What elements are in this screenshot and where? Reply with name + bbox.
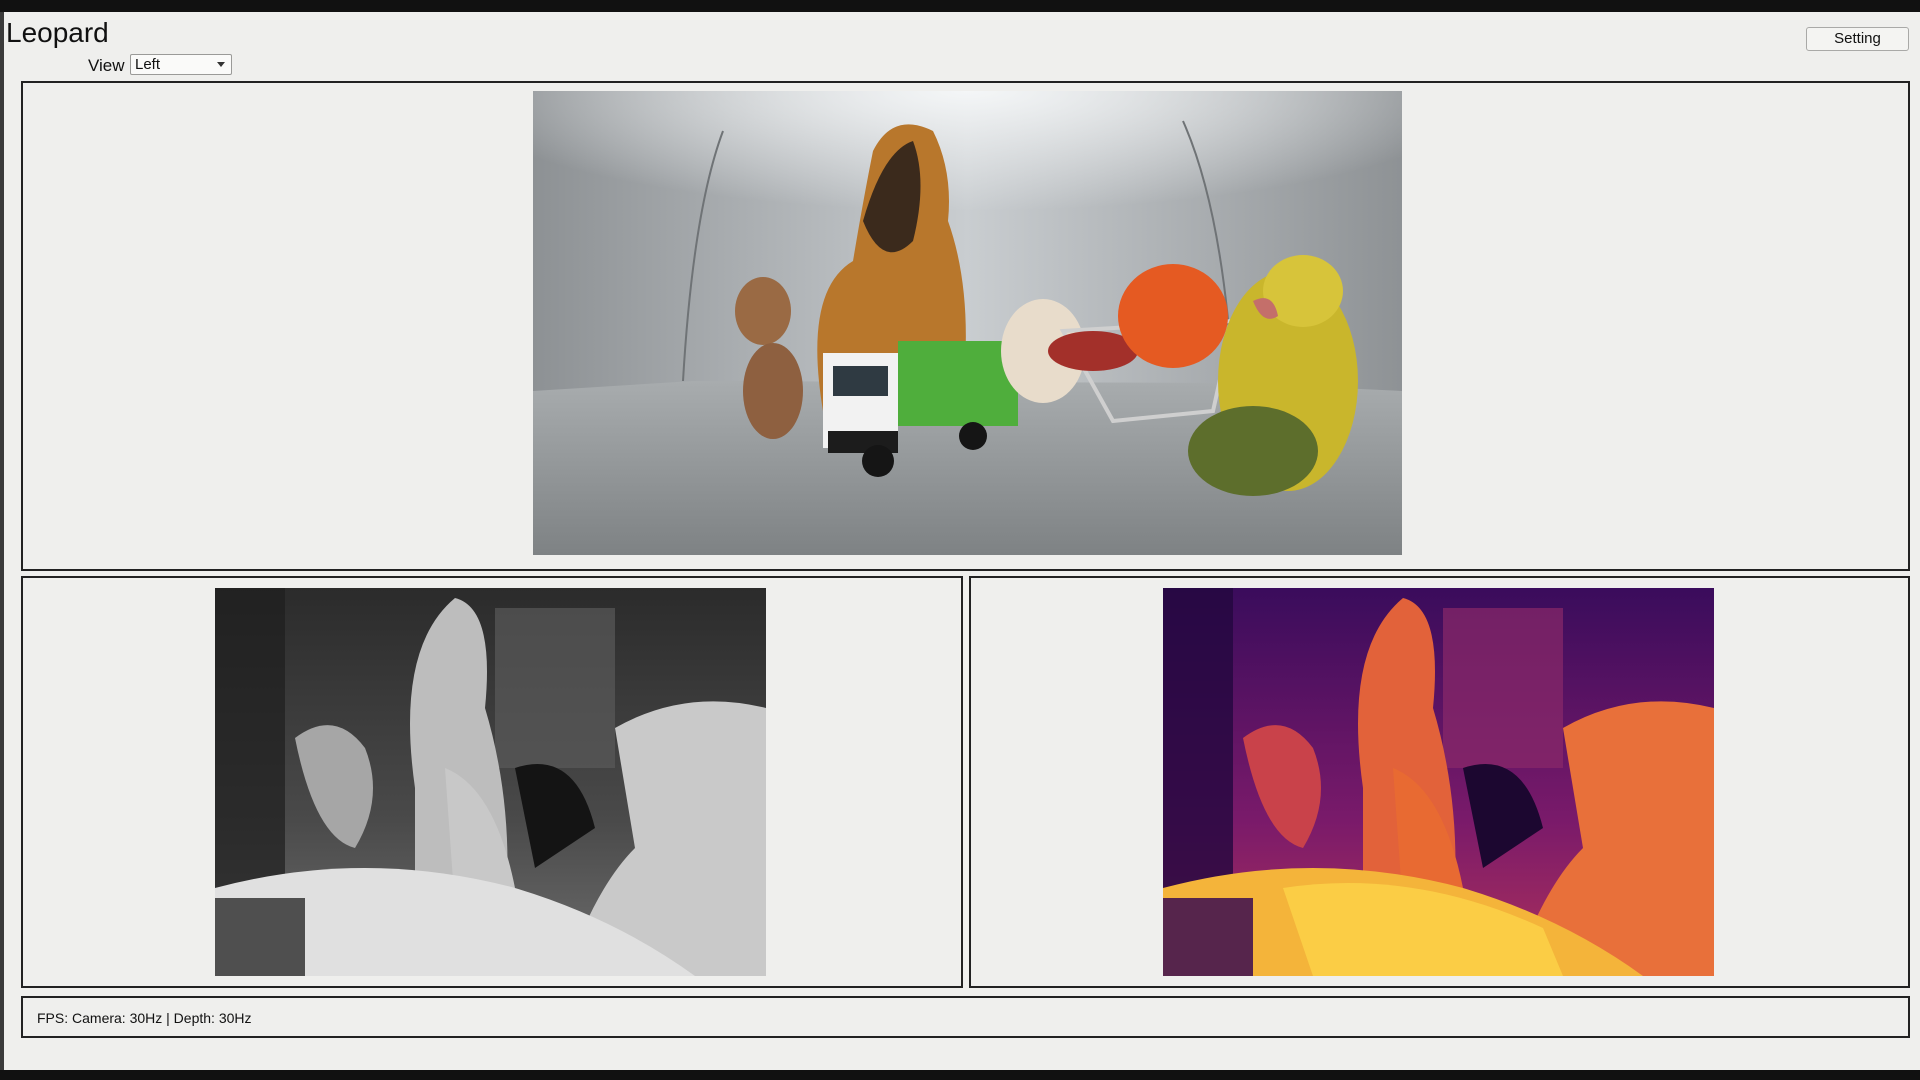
- chevron-down-icon: [217, 62, 225, 67]
- fps-status: FPS: Camera: 30Hz | Depth: 30Hz: [37, 1010, 252, 1026]
- camera-image: [533, 91, 1402, 555]
- view-label: View: [88, 56, 125, 75]
- view-select-value: Left: [135, 56, 161, 73]
- color-depth-panel: [969, 576, 1910, 988]
- status-bar: FPS: Camera: 30Hz | Depth: 30Hz: [21, 996, 1910, 1038]
- app-title: Leopard: [6, 17, 109, 48]
- grayscale-depth-image: [215, 588, 766, 976]
- setting-button[interactable]: Setting: [1806, 27, 1909, 51]
- grayscale-depth-panel: [21, 576, 963, 988]
- color-depth-image: [1163, 588, 1714, 976]
- camera-panel: [21, 81, 1910, 571]
- view-select[interactable]: Left: [130, 54, 232, 75]
- window-edge: [0, 12, 4, 1070]
- app-window: Leopard View Left Setting FPS: Camera: 3…: [0, 12, 1920, 1070]
